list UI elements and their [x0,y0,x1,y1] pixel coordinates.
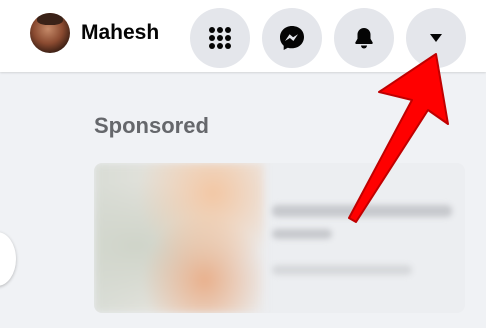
sponsored-heading: Sponsored [94,113,209,138]
bell-icon [355,28,373,49]
account-menu-button[interactable] [406,8,466,68]
menu-button[interactable] [190,8,250,68]
ad-image[interactable] [94,163,264,313]
messenger-button[interactable] [262,8,322,68]
ad-title-blurred [272,205,452,217]
scroll-handle[interactable] [0,232,16,286]
profile-shortcut[interactable]: Mahesh [20,8,172,60]
ad-subtitle-blurred [272,229,332,239]
caret-down-icon [430,34,442,42]
ad-link-blurred [272,265,412,275]
grid-icon [209,27,231,49]
messenger-icon [280,26,304,50]
notifications-button[interactable] [334,8,394,68]
profile-name[interactable]: Mahesh [81,21,159,45]
avatar[interactable] [30,13,70,53]
top-navigation-bar: Mahesh [0,0,486,72]
sponsored-ad-card[interactable] [94,163,465,313]
